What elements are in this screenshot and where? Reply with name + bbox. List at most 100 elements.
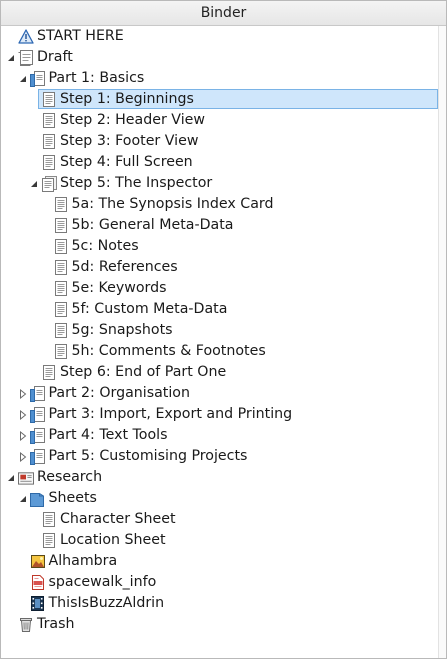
binder-item-label: Sheets — [48, 490, 97, 506]
binder-item-spacewalk-info[interactable]: spacewalk_info — [1, 572, 438, 593]
collapsed-disclosure-icon[interactable] — [17, 446, 29, 467]
binder-item-label: 5e: Keywords — [71, 280, 167, 296]
binder-item-label: Step 4: Full Screen — [60, 154, 193, 170]
expanded-disclosure-icon[interactable] — [5, 47, 17, 68]
trash-icon — [18, 616, 34, 633]
binder-item-label: 5f: Custom Meta-Data — [71, 301, 228, 317]
binder-item-label: spacewalk_info — [48, 574, 157, 590]
binder-item-step-4-full-screen[interactable]: Step 4: Full Screen — [1, 152, 438, 173]
binder-item-label: Part 3: Import, Export and Printing — [48, 406, 293, 422]
expanded-disclosure-icon[interactable] — [5, 467, 17, 488]
document-stack-icon — [41, 175, 57, 192]
binder-item-5d-references[interactable]: 5d: References — [1, 257, 438, 278]
binder-item-5c-notes[interactable]: 5c: Notes — [1, 236, 438, 257]
binder-item-trash[interactable]: Trash — [1, 614, 438, 635]
binder-item-5a-the-synopsis-index-card[interactable]: 5a: The Synopsis Index Card — [1, 194, 438, 215]
binder-item-label: START HERE — [37, 28, 124, 44]
binder-panel: Binder START HERE Draft Part 1: Basics Step… — [0, 0, 447, 659]
binder-item-label: Step 5: The Inspector — [60, 175, 213, 191]
collapsed-disclosure-icon[interactable] — [17, 425, 29, 446]
binder-item-label: Part 4: Text Tools — [48, 427, 168, 443]
movie-icon — [30, 595, 46, 612]
binder-item-start-here[interactable]: START HERE — [1, 26, 438, 47]
folder-doc-icon — [30, 70, 46, 87]
binder-item-label: Location Sheet — [60, 532, 166, 548]
binder-header: Binder — [1, 1, 446, 26]
binder-item-part-5-customising-projects[interactable]: Part 5: Customising Projects — [1, 446, 438, 467]
binder-item-location-sheet[interactable]: Location Sheet — [1, 530, 438, 551]
binder-item-label: Part 2: Organisation — [48, 385, 190, 401]
binder-item-label: Alhambra — [48, 553, 118, 569]
folder-doc-icon — [30, 385, 46, 402]
binder-item-step-6-end-of-part-one[interactable]: Step 6: End of Part One — [1, 362, 438, 383]
binder-item-character-sheet[interactable]: Character Sheet — [1, 509, 438, 530]
document-icon — [53, 322, 69, 339]
binder-item-part-1-basics[interactable]: Part 1: Basics — [1, 68, 438, 89]
binder-item-5g-snapshots[interactable]: 5g: Snapshots — [1, 320, 438, 341]
binder-item-label: Character Sheet — [60, 511, 176, 527]
document-icon — [53, 217, 69, 234]
warning-icon — [18, 28, 34, 45]
folder-doc-icon — [30, 427, 46, 444]
document-icon — [41, 112, 57, 129]
binder-item-label: Step 3: Footer View — [60, 133, 199, 149]
document-icon — [53, 301, 69, 318]
collapsed-disclosure-icon[interactable] — [17, 404, 29, 425]
binder-item-5h-comments-and-footnotes[interactable]: 5h: Comments & Footnotes — [1, 341, 438, 362]
binder-item-step-3-footer-view[interactable]: Step 3: Footer View — [1, 131, 438, 152]
binder-item-label: 5h: Comments & Footnotes — [71, 343, 266, 359]
pdf-icon — [30, 574, 46, 591]
document-icon — [53, 196, 69, 213]
collapsed-disclosure-icon[interactable] — [17, 383, 29, 404]
binder-item-label: 5b: General Meta-Data — [71, 217, 234, 233]
document-icon — [41, 364, 57, 381]
document-icon — [53, 343, 69, 360]
binder-item-label: Step 1: Beginnings — [60, 91, 194, 107]
binder-item-thisisbuzzaldrin[interactable]: ThisIsBuzzAldrin — [1, 593, 438, 614]
binder-item-label: Research — [37, 469, 103, 485]
binder-item-label: Step 6: End of Part One — [60, 364, 227, 380]
binder-item-part-3-import-export-and-printing[interactable]: Part 3: Import, Export and Printing — [1, 404, 438, 425]
binder-item-5e-keywords[interactable]: 5e: Keywords — [1, 278, 438, 299]
binder-item-5b-general-meta-data[interactable]: 5b: General Meta-Data — [1, 215, 438, 236]
binder-item-research[interactable]: Research — [1, 467, 438, 488]
image-icon — [30, 553, 46, 570]
binder-item-label: 5d: References — [71, 259, 178, 275]
binder-item-label: Trash — [37, 616, 75, 632]
binder-item-step-5-the-inspector[interactable]: Step 5: The Inspector — [1, 173, 438, 194]
document-icon — [53, 238, 69, 255]
document-icon — [41, 532, 57, 549]
binder-tree[interactable]: START HERE Draft Part 1: Basics Step 1: Beg… — [1, 26, 438, 658]
binder-item-label: 5a: The Synopsis Index Card — [71, 196, 274, 212]
binder-item-label: Part 5: Customising Projects — [48, 448, 248, 464]
binder-item-label: Draft — [37, 49, 73, 65]
folder-icon — [30, 490, 46, 507]
binder-item-sheets[interactable]: Sheets — [1, 488, 438, 509]
document-icon — [41, 511, 57, 528]
binder-item-draft[interactable]: Draft — [1, 47, 438, 68]
document-icon — [53, 259, 69, 276]
binder-item-step-1-beginnings[interactable]: Step 1: Beginnings — [1, 89, 438, 110]
draft-icon — [18, 49, 34, 66]
expanded-disclosure-icon[interactable] — [28, 173, 40, 194]
binder-title: Binder — [200, 5, 247, 21]
document-icon — [41, 133, 57, 150]
binder-item-step-2-header-view[interactable]: Step 2: Header View — [1, 110, 438, 131]
binder-item-part-4-text-tools[interactable]: Part 4: Text Tools — [1, 425, 438, 446]
binder-item-label: 5g: Snapshots — [71, 322, 173, 338]
binder-item-5f-custom-meta-data[interactable]: 5f: Custom Meta-Data — [1, 299, 438, 320]
binder-item-label: Part 1: Basics — [48, 70, 145, 86]
expanded-disclosure-icon[interactable] — [17, 68, 29, 89]
binder-item-label: 5c: Notes — [71, 238, 139, 254]
binder-item-part-2-organisation[interactable]: Part 2: Organisation — [1, 383, 438, 404]
document-icon — [41, 91, 57, 108]
expanded-disclosure-icon[interactable] — [17, 488, 29, 509]
research-icon — [18, 469, 34, 486]
binder-item-alhambra[interactable]: Alhambra — [1, 551, 438, 572]
document-icon — [53, 280, 69, 297]
scrollbar[interactable] — [438, 26, 446, 658]
binder-item-label: Step 2: Header View — [60, 112, 205, 128]
binder-item-label: ThisIsBuzzAldrin — [48, 595, 165, 611]
document-icon — [41, 154, 57, 171]
folder-doc-icon — [30, 448, 46, 465]
